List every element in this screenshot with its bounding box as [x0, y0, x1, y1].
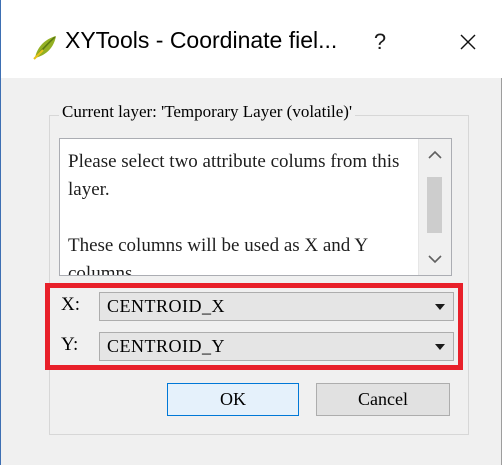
close-icon[interactable]	[453, 27, 483, 57]
info-paragraph: Please select two attribute colums from …	[68, 151, 400, 200]
info-text: Please select two attribute colums from …	[68, 148, 413, 276]
group-legend: Current layer: 'Temporary Layer (volatil…	[59, 102, 356, 122]
page: XYTools - Coordinate fiel... ? Current l…	[0, 0, 504, 465]
scroll-up-icon[interactable]	[419, 141, 451, 169]
window-title: XYTools - Coordinate fiel...	[65, 27, 338, 53]
scrollbar-thumb[interactable]	[427, 177, 442, 233]
scroll-down-icon[interactable]	[419, 245, 451, 273]
title-bar[interactable]: XYTools - Coordinate fiel... ?	[1, 0, 502, 78]
ok-button[interactable]: OK	[167, 383, 299, 416]
cancel-button[interactable]: Cancel	[316, 383, 450, 416]
help-button[interactable]: ?	[365, 25, 395, 59]
info-paragraph: These columns will be used as X and Y co…	[68, 235, 368, 276]
info-text-area[interactable]: Please select two attribute colums from …	[59, 138, 452, 276]
highlight-frame	[45, 283, 463, 370]
qgis-leaf-icon	[31, 33, 59, 61]
vertical-scrollbar[interactable]	[418, 139, 451, 275]
dialog-window: XYTools - Coordinate fiel... ? Current l…	[0, 0, 502, 465]
